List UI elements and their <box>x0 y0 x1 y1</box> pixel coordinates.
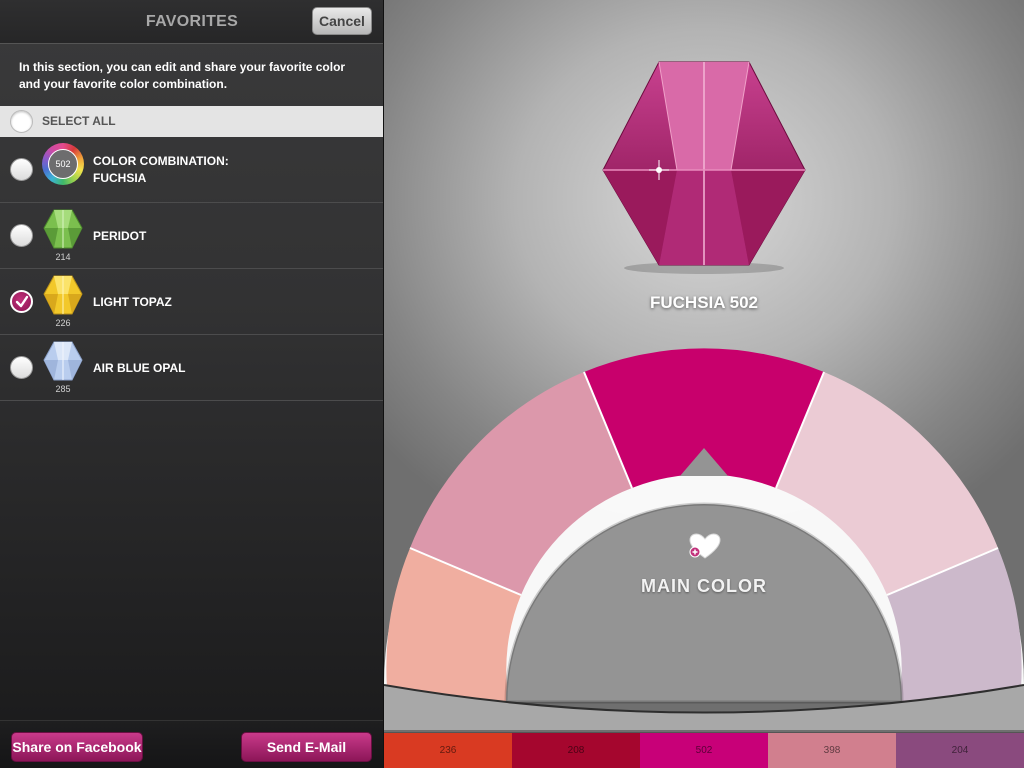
favorite-item-number: 285 <box>55 384 71 394</box>
intro-text: In this section, you can edit and share … <box>19 60 346 91</box>
crystal-icon <box>43 209 83 249</box>
crystal-icon <box>43 275 83 315</box>
crystal-name: FUCHSIA 502 <box>649 293 758 312</box>
crystal-image <box>602 61 806 274</box>
add-favorite-heart-icon[interactable] <box>688 532 722 560</box>
favorite-item-name: LIGHT TOPAZ <box>93 294 172 309</box>
favorite-item-number: 214 <box>55 252 71 262</box>
favorite-item-radio[interactable] <box>10 356 33 379</box>
select-all-label: SELECT ALL <box>42 114 116 128</box>
swatch-item[interactable]: 398 <box>768 733 896 768</box>
color-wheel-number: 502 <box>48 149 78 179</box>
favorite-item-name: AIR BLUE OPAL <box>93 360 186 375</box>
swatch-strip: 236 208 502 398 204 <box>384 732 1024 768</box>
favorite-item-name-line2: FUCHSIA <box>93 171 147 185</box>
favorite-item-radio[interactable] <box>10 224 33 247</box>
favorite-item-name: COLOR COMBINATION: FUCHSIA <box>93 137 363 203</box>
favorite-item-radio-checked[interactable] <box>10 290 33 313</box>
share-on-facebook-button[interactable]: Share on Facebook <box>11 732 143 762</box>
main-color-label: MAIN COLOR <box>641 576 767 596</box>
select-all-row[interactable]: SELECT ALL <box>0 106 383 137</box>
favorite-item-air-blue-opal[interactable]: 285 AIR BLUE OPAL <box>0 335 383 401</box>
favorite-item-name-line1: COLOR COMBINATION: <box>93 154 229 168</box>
favorite-item-number: 226 <box>55 318 71 328</box>
favorite-item-name: PERIDOT <box>93 228 147 243</box>
select-all-radio[interactable] <box>10 110 33 133</box>
favorite-item-radio[interactable] <box>10 158 33 181</box>
favorite-item-light-topaz[interactable]: 226 LIGHT TOPAZ <box>0 269 383 335</box>
swatch-item[interactable]: 236 <box>384 733 512 768</box>
swatch-item[interactable]: 502 <box>640 733 768 768</box>
favorites-panel: FAVORITES Cancel In this section, you ca… <box>0 0 384 768</box>
send-email-button[interactable]: Send E-Mail <box>241 732 372 762</box>
main-color-area: FUCHSIA 502 MAIN COLOR <box>384 0 1024 768</box>
swatch-item[interactable]: 204 <box>896 733 1024 768</box>
swatch-item[interactable]: 208 <box>512 733 640 768</box>
bottom-toolbar: Share on Facebook Send E-Mail <box>0 720 383 768</box>
checkmark-icon <box>15 295 29 308</box>
panel-header: FAVORITES Cancel <box>0 0 383 44</box>
cancel-button[interactable]: Cancel <box>312 7 372 35</box>
favorite-item-color-combination[interactable]: 502 COLOR COMBINATION: FUCHSIA <box>0 137 383 203</box>
color-wheel-icon: 502 <box>42 143 84 185</box>
favorite-item-peridot[interactable]: 214 PERIDOT <box>0 203 383 269</box>
crystal-icon <box>43 341 83 381</box>
